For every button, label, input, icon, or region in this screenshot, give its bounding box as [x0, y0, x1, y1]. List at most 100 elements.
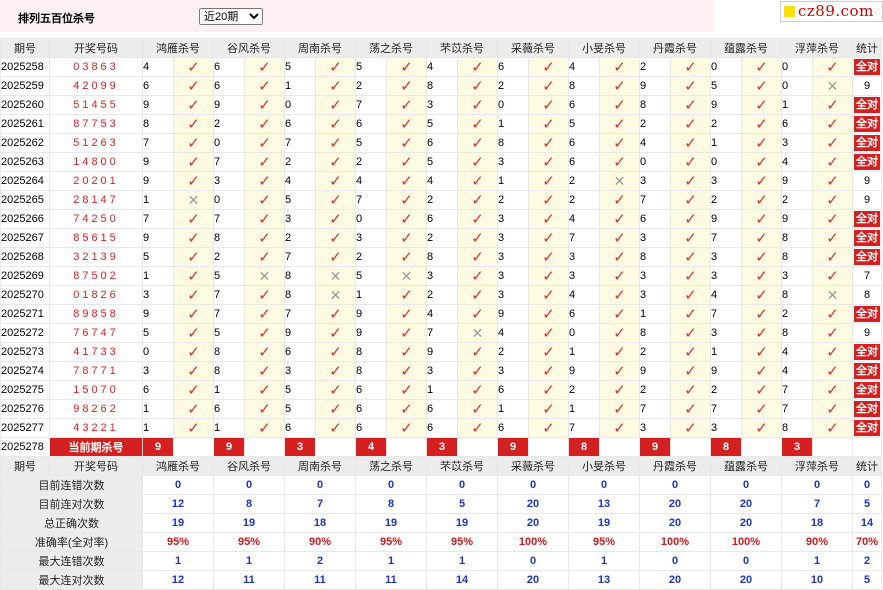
kill-value-cell: 3	[497, 266, 529, 286]
check-icon: ✓	[187, 229, 200, 247]
column-header: 采薇杀号	[497, 38, 569, 58]
stat-cell: 全对	[852, 228, 882, 248]
stats-value: 0	[284, 475, 356, 495]
check-icon: ✓	[187, 58, 200, 76]
check-icon: ✓	[684, 77, 697, 95]
site-logo[interactable]: cz89.com	[780, 1, 883, 22]
draw-number-cell: 41733	[49, 342, 143, 362]
stats-value: 14	[852, 513, 882, 533]
check-icon: ✓	[471, 248, 484, 266]
period-range-select[interactable]: 近20期	[199, 8, 263, 25]
kill-value-cell: 2	[568, 190, 600, 210]
check-icon: ✓	[755, 343, 768, 361]
check-icon: ✓	[684, 324, 697, 342]
kill-value-cell: 6	[355, 399, 387, 419]
result-mark-cell: ✓	[528, 95, 569, 115]
check-icon: ✓	[258, 286, 271, 304]
kill-value-cell: 9	[426, 342, 458, 362]
result-mark-cell: ✓	[599, 266, 640, 286]
result-mark-cell: ✓	[528, 304, 569, 324]
kill-value-cell: 3	[497, 152, 529, 172]
check-icon: ✓	[542, 381, 555, 399]
result-mark-cell: ✓	[457, 209, 498, 229]
check-icon: ✓	[258, 229, 271, 247]
kill-value-cell: 9	[639, 76, 671, 96]
kill-value-cell: 1	[426, 380, 458, 400]
check-icon: ✓	[471, 305, 484, 323]
result-mark-cell: ✓	[812, 323, 853, 343]
current-kill-value: 4	[355, 437, 387, 457]
table-row: 2025277 43221 1 ✓ 1 ✓ 6 ✓ 6 ✓ 6 ✓ 6 ✓ 7 ✓ 3 ✓ 3 ✓ 8 ✓ 全对	[0, 418, 882, 438]
draw-number-cell: 78771	[49, 361, 143, 381]
cross-icon: ✕	[329, 267, 342, 284]
kill-value-cell: 6	[355, 418, 387, 438]
result-mark-cell: ✓	[741, 361, 782, 381]
stats-value: 95%	[355, 532, 427, 552]
check-icon: ✓	[329, 324, 342, 342]
kill-value-cell: 6	[426, 399, 458, 419]
stats-value: 19	[568, 513, 640, 533]
kill-value-cell: 3	[497, 209, 529, 229]
kill-value-cell: 9	[142, 228, 174, 248]
kill-value-cell: 7	[568, 418, 600, 438]
kill-value-cell: 3	[284, 361, 316, 381]
kill-value-cell: 3	[639, 285, 671, 305]
check-icon: ✓	[684, 191, 697, 209]
result-mark-cell: ✓	[457, 418, 498, 438]
result-mark-cell: ✓	[173, 209, 214, 229]
check-icon: ✓	[826, 343, 839, 361]
check-icon: ✓	[613, 77, 626, 95]
draw-number-cell: 14800	[49, 152, 143, 172]
kill-value-cell: 1	[568, 399, 600, 419]
check-icon: ✓	[187, 77, 200, 95]
table-row: 2025269 87502 1 ✓ 5 ✕ 8 ✕ 5 ✕ 3 ✓ 3 ✓ 3 ✓ 3 ✓ 3 ✓ 3 ✓ 7	[0, 266, 882, 286]
stats-row: 准确率(全对率) 95% 95% 90% 95% 95% 100% 95% 100% 100% 90…	[0, 532, 882, 552]
period-cell: 2025261	[0, 114, 50, 134]
kill-value-cell: 3	[710, 171, 742, 191]
check-icon: ✓	[471, 153, 484, 171]
check-icon: ✓	[329, 172, 342, 190]
kill-value-cell: 7	[213, 285, 245, 305]
result-mark-cell: ✓	[812, 418, 853, 438]
current-kill-value: 9	[142, 437, 174, 457]
result-mark-cell: ✓	[528, 266, 569, 286]
check-icon: ✓	[755, 419, 768, 437]
result-mark-cell: ✓	[599, 399, 640, 419]
result-mark-cell: ✓	[599, 285, 640, 305]
result-mark-cell: ✓	[315, 323, 356, 343]
kill-value-cell: 8	[781, 285, 813, 305]
result-mark-cell: ✓	[528, 342, 569, 362]
column-header: 开奖号码	[49, 456, 143, 476]
check-icon: ✓	[542, 400, 555, 418]
kill-value-cell: 8	[781, 323, 813, 343]
check-icon: ✓	[187, 96, 200, 114]
check-icon: ✓	[826, 381, 839, 399]
stats-value: 13	[568, 494, 640, 514]
result-mark-cell: ✓	[315, 342, 356, 362]
kill-value-cell: 5	[568, 114, 600, 134]
column-header: 浮萍杀号	[781, 456, 853, 476]
kill-value-cell: 6	[213, 399, 245, 419]
kill-value-cell: 7	[284, 247, 316, 267]
stats-label: 总正确次数	[0, 513, 143, 533]
column-header: 丹霞杀号	[639, 456, 711, 476]
check-icon: ✓	[187, 134, 200, 152]
check-icon: ✓	[542, 305, 555, 323]
check-icon: ✓	[826, 115, 839, 133]
column-header: 周南杀号	[284, 456, 356, 476]
stats-value: 90%	[781, 532, 853, 552]
check-icon: ✓	[613, 248, 626, 266]
kill-value-cell: 3	[426, 95, 458, 115]
current-empty-cell	[812, 437, 853, 457]
all-correct-badge: 全对	[854, 135, 880, 151]
kill-value-cell: 8	[639, 323, 671, 343]
kill-value-cell: 2	[426, 228, 458, 248]
result-mark-cell: ✓	[315, 171, 356, 191]
check-icon: ✓	[826, 134, 839, 152]
check-icon: ✓	[258, 305, 271, 323]
stats-value: 20	[639, 513, 711, 533]
kill-value-cell: 6	[568, 152, 600, 172]
result-mark-cell: ✓	[741, 114, 782, 134]
logo-text: cz89.com	[798, 2, 874, 20]
check-icon: ✓	[684, 229, 697, 247]
